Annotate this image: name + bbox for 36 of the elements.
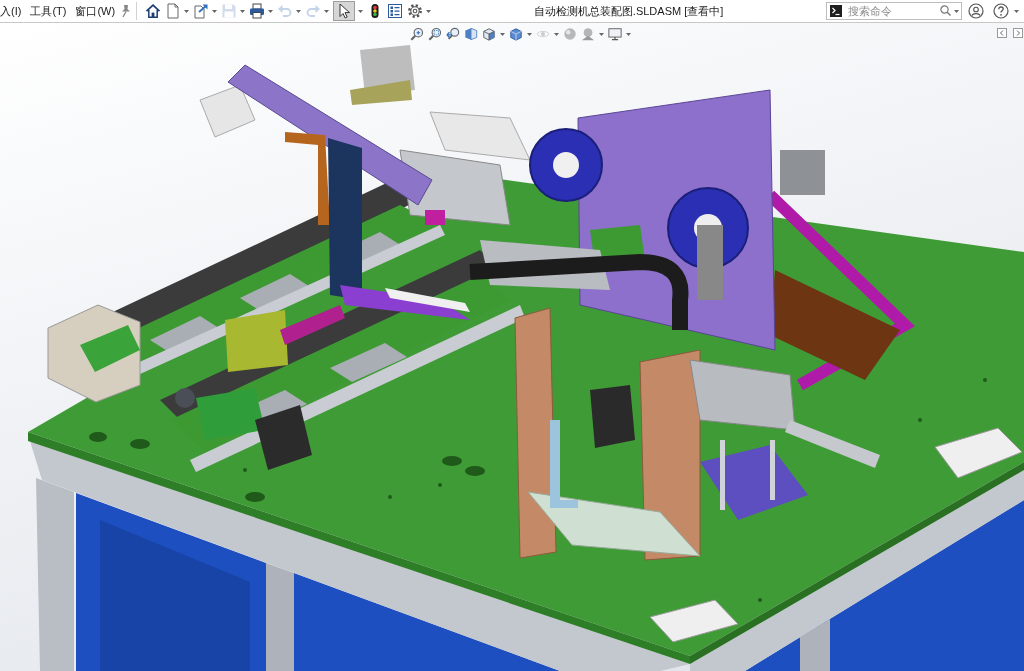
magnifier-box-icon[interactable] bbox=[428, 27, 442, 41]
menu-item[interactable]: 工具(T) bbox=[30, 2, 67, 20]
user-icon[interactable] bbox=[968, 3, 984, 19]
caret-icon[interactable] bbox=[426, 9, 432, 13]
list-icon[interactable] bbox=[387, 3, 404, 19]
caret-icon[interactable] bbox=[954, 10, 959, 13]
document-arrow-icon[interactable] bbox=[193, 3, 210, 19]
home-icon[interactable] bbox=[145, 3, 162, 19]
print-icon[interactable] bbox=[249, 3, 266, 19]
caret-icon[interactable] bbox=[527, 32, 532, 36]
caret-icon[interactable] bbox=[212, 9, 218, 13]
shaded-cube-icon[interactable] bbox=[509, 27, 523, 41]
sphere-stand-icon[interactable] bbox=[581, 27, 595, 41]
caret-icon[interactable] bbox=[268, 9, 274, 13]
caret-icon[interactable] bbox=[500, 32, 505, 36]
box-arrow-left-icon[interactable] bbox=[997, 28, 1007, 38]
split-cube-icon[interactable] bbox=[464, 27, 478, 41]
window-title: 自动检测机总装配图.SLDASM [查看中] bbox=[533, 3, 724, 19]
caret-icon[interactable] bbox=[599, 32, 604, 36]
terminal-icon bbox=[830, 5, 842, 17]
caret-icon[interactable] bbox=[626, 32, 631, 36]
help-icon[interactable] bbox=[993, 3, 1009, 19]
box-arrow-right-icon[interactable] bbox=[1013, 28, 1023, 38]
magnifier-plus-icon[interactable] bbox=[410, 27, 424, 41]
caret-icon[interactable] bbox=[358, 9, 364, 13]
pin-icon[interactable] bbox=[121, 5, 132, 17]
menu-item[interactable]: 入(I) bbox=[0, 2, 22, 20]
search-icon[interactable] bbox=[940, 5, 951, 16]
magnifier-arrow-icon[interactable] bbox=[446, 27, 460, 41]
cube-icon[interactable] bbox=[482, 27, 496, 41]
caret-icon[interactable] bbox=[184, 9, 190, 13]
settings-icon[interactable] bbox=[407, 3, 424, 19]
monitor-icon[interactable] bbox=[608, 27, 622, 41]
menu-item[interactable]: 窗口(W) bbox=[75, 2, 116, 20]
search-field[interactable]: 搜索命令 bbox=[826, 2, 962, 20]
caret-icon[interactable] bbox=[1014, 9, 1019, 13]
